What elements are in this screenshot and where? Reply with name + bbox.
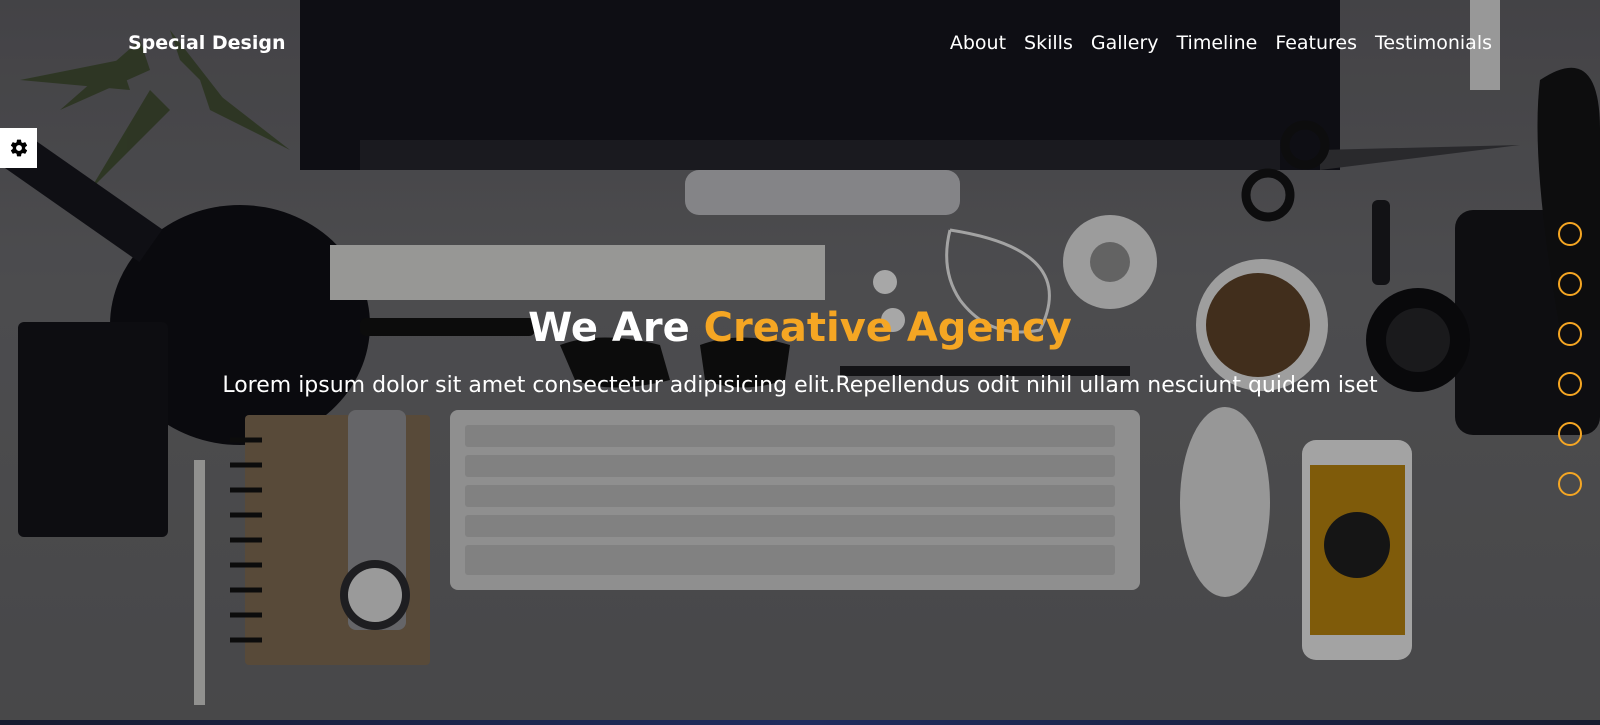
hero-content: We Are Creative Agency Lorem ipsum dolor… [0, 305, 1600, 398]
nav-link-timeline[interactable]: Timeline [1177, 32, 1258, 54]
nav-link-skills[interactable]: Skills [1024, 32, 1073, 54]
gear-icon [10, 139, 27, 157]
next-section-edge [0, 720, 1600, 725]
nav-link-gallery[interactable]: Gallery [1091, 32, 1159, 54]
settings-toggle-button[interactable] [0, 128, 37, 168]
bullet-timeline[interactable] [1558, 372, 1582, 396]
nav-link-about[interactable]: About [950, 32, 1006, 54]
nav-link-testimonials[interactable]: Testimonials [1375, 32, 1492, 54]
hero-title-main: We Are [528, 305, 690, 351]
nav-links: About Skills Gallery Timeline Features T… [932, 32, 1492, 54]
bullet-gallery[interactable] [1558, 322, 1582, 346]
hero-subtitle: Lorem ipsum dolor sit amet consectetur a… [222, 373, 1378, 398]
top-navbar: Special Design About Skills Gallery Time… [0, 0, 1600, 90]
hero-title: We Are Creative Agency [0, 305, 1600, 351]
bullet-testimonials[interactable] [1558, 472, 1582, 496]
section-bullets [1558, 222, 1582, 522]
bullet-features[interactable] [1558, 422, 1582, 446]
landing-hero: Special Design About Skills Gallery Time… [0, 0, 1600, 720]
logo[interactable]: Special Design [128, 32, 286, 54]
hero-title-accent: Creative Agency [703, 305, 1072, 351]
nav-link-features[interactable]: Features [1275, 32, 1357, 54]
bullet-about[interactable] [1558, 222, 1582, 246]
bullet-skills[interactable] [1558, 272, 1582, 296]
